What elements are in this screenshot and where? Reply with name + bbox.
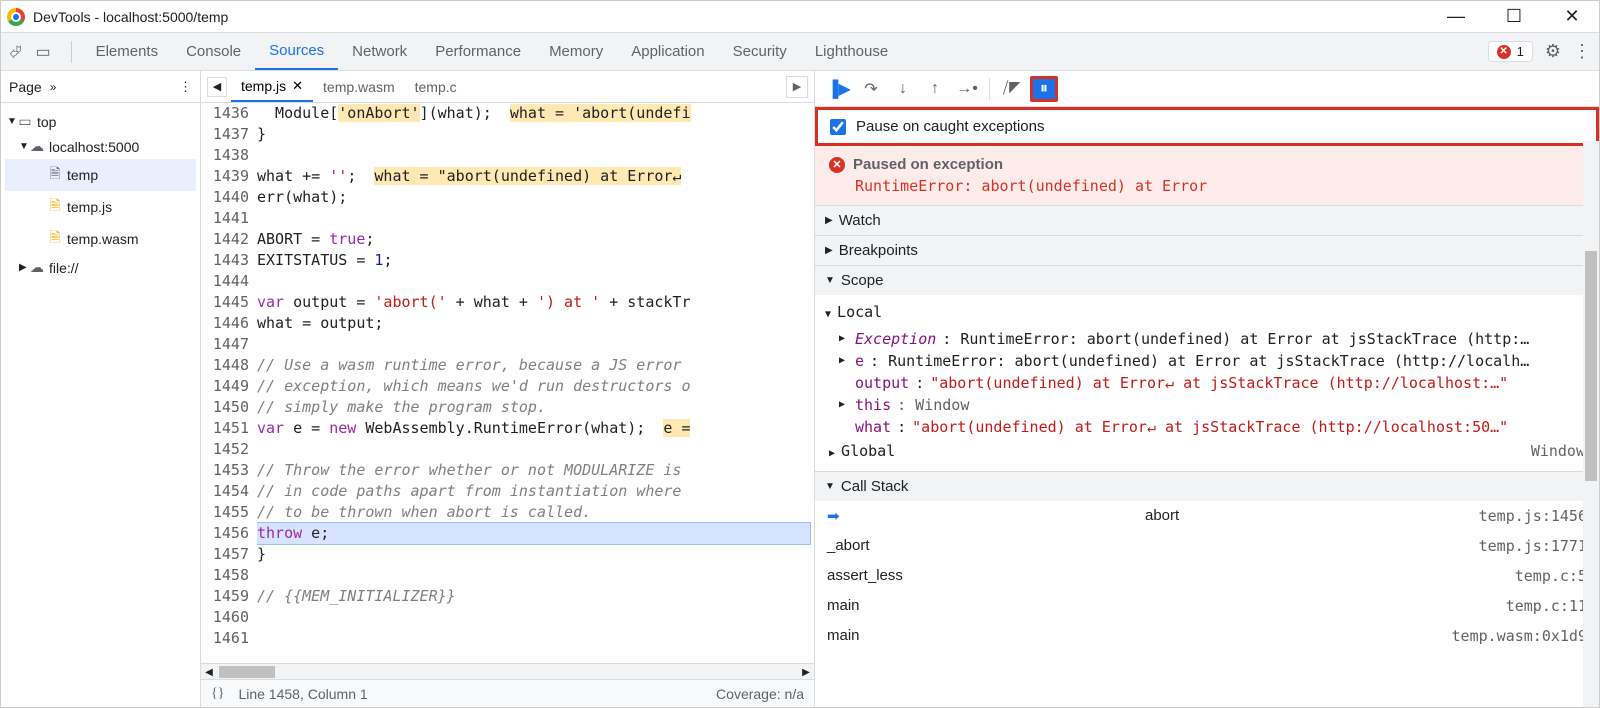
close-button[interactable]: ✕ (1557, 6, 1587, 27)
paused-info: ✕Paused on exception RuntimeError: abort… (815, 146, 1599, 205)
scope-section-header[interactable]: ▼Scope (815, 266, 1599, 295)
editor-tab-temp-c[interactable]: temp.c (405, 71, 467, 102)
maximize-button[interactable]: ☐ (1499, 6, 1529, 27)
debugger-toolbar: ▐▶ ↷ ↓ ↑ →• ⧸◤ ⏸ (815, 71, 1599, 107)
pause-on-caught-label[interactable]: Pause on caught exceptions (856, 118, 1044, 135)
editor-tab-temp-wasm[interactable]: temp.wasm (313, 71, 405, 102)
devtools-tabbar: ⮰ ▭ ElementsConsoleSourcesNetworkPerform… (1, 33, 1599, 71)
tree-file-temp-js[interactable]: 🗎temp.js (5, 191, 196, 223)
settings-gear-icon[interactable]: ⚙ (1545, 41, 1561, 62)
step-over-button[interactable]: ↷ (857, 76, 885, 102)
coverage-status: Coverage: n/a (716, 686, 804, 702)
tab-lighthouse[interactable]: Lighthouse (801, 33, 902, 70)
callstack-section-header[interactable]: ▼Call Stack (815, 472, 1599, 501)
tab-performance[interactable]: Performance (421, 33, 535, 70)
paused-message: RuntimeError: abort(undefined) at Error (829, 173, 1585, 195)
watch-section-header[interactable]: ▶Watch (815, 206, 1599, 235)
scope-var-Exception[interactable]: ▶Exception: RuntimeError: abort(undefine… (839, 328, 1589, 350)
tab-application[interactable]: Application (617, 33, 718, 70)
error-count-pill[interactable]: ✕ 1 (1488, 41, 1533, 62)
step-out-button[interactable]: ↑ (921, 76, 949, 102)
history-back-icon[interactable]: ◀ (207, 77, 227, 97)
editor-panel: ◀ temp.js ✕temp.wasmtemp.c ▶ 14361437143… (201, 71, 815, 707)
chrome-icon (7, 8, 25, 26)
editor-statusbar: {} Line 1458, Column 1 Coverage: n/a (201, 679, 814, 707)
navigator-page-tab[interactable]: Page (9, 79, 42, 95)
pause-on-caught-checkbox[interactable] (830, 119, 846, 135)
pause-on-exceptions-button[interactable]: ⏸ (1030, 76, 1058, 102)
tab-security[interactable]: Security (719, 33, 801, 70)
scope-local-header[interactable]: ▼ Local (825, 299, 1589, 328)
code-editor[interactable]: 1436143714381439144014411442144314441445… (201, 103, 814, 663)
tree-file-temp-wasm[interactable]: 🗎temp.wasm (5, 223, 196, 255)
tree-top[interactable]: ▼▭top (5, 109, 196, 134)
run-snippet-icon[interactable]: ▶ (786, 76, 808, 98)
debugger-vertical-scrollbar[interactable] (1583, 141, 1599, 707)
tab-network[interactable]: Network (338, 33, 421, 70)
callstack-frame-assert_less[interactable]: assert_lesstemp.c:5 (815, 561, 1599, 591)
close-tab-icon[interactable]: ✕ (292, 78, 303, 94)
window-titlebar: DevTools - localhost:5000/temp — ☐ ✕ (1, 1, 1599, 33)
scope-global-row[interactable]: ▶ Global Window (825, 438, 1589, 467)
scope-var-what[interactable]: what: "abort(undefined) at Error↵ at jsS… (839, 416, 1589, 438)
kebab-menu-icon[interactable]: ⋮ (1573, 41, 1591, 62)
device-toolbar-icon[interactable]: ▭ (35, 44, 50, 61)
navigator-panel: Page » ⋮ ▼▭top ▼☁localhost:5000 🗎temp 🗎t… (1, 71, 201, 707)
error-count: 1 (1517, 44, 1524, 59)
tab-memory[interactable]: Memory (535, 33, 617, 70)
navigator-more-tabs-icon[interactable]: » (50, 80, 57, 94)
callstack-frame-abort[interactable]: aborttemp.js:1456 (815, 501, 1599, 531)
brackets-icon[interactable]: {} (211, 686, 224, 702)
callstack-frame-main[interactable]: maintemp.c:11 (815, 591, 1599, 621)
scope-var-e[interactable]: ▶e: RuntimeError: abort(undefined) at Er… (839, 350, 1589, 372)
editor-tab-temp-js[interactable]: temp.js ✕ (231, 71, 313, 102)
inspect-icon[interactable]: ⮰ (9, 44, 22, 61)
window-title: DevTools - localhost:5000/temp (33, 9, 228, 25)
minimize-button[interactable]: — (1441, 6, 1471, 27)
editor-horizontal-scrollbar[interactable]: ◀▶ (201, 663, 814, 679)
debugger-panel: ▐▶ ↷ ↓ ↑ →• ⧸◤ ⏸ Pause on caught excepti… (815, 71, 1599, 707)
deactivate-breakpoints-button[interactable]: ⧸◤ (998, 76, 1026, 102)
cursor-position: Line 1458, Column 1 (238, 686, 367, 702)
tree-file-scheme[interactable]: ▶☁file:// (5, 255, 196, 280)
breakpoints-section-header[interactable]: ▶Breakpoints (815, 236, 1599, 265)
tab-elements[interactable]: Elements (82, 33, 173, 70)
tab-sources[interactable]: Sources (255, 33, 338, 70)
step-into-button[interactable]: ↓ (889, 76, 917, 102)
navigator-menu-icon[interactable]: ⋮ (179, 79, 192, 95)
scope-var-output[interactable]: output: "abort(undefined) at Error↵ at j… (839, 372, 1589, 394)
tab-console[interactable]: Console (172, 33, 255, 70)
callstack-frame-_abort[interactable]: _aborttemp.js:1771 (815, 531, 1599, 561)
callstack-frame-main[interactable]: maintemp.wasm:0x1d9 (815, 621, 1599, 651)
resume-button[interactable]: ▐▶ (825, 76, 853, 102)
pause-on-caught-checkbox-row: Pause on caught exceptions (815, 107, 1599, 146)
step-button[interactable]: →• (953, 76, 981, 102)
tree-file-temp[interactable]: 🗎temp (5, 159, 196, 191)
scope-var-this[interactable]: ▶this: Window (839, 394, 1589, 416)
tree-host[interactable]: ▼☁localhost:5000 (5, 134, 196, 159)
divider (71, 41, 72, 63)
error-icon: ✕ (829, 157, 845, 173)
error-icon: ✕ (1497, 45, 1511, 59)
